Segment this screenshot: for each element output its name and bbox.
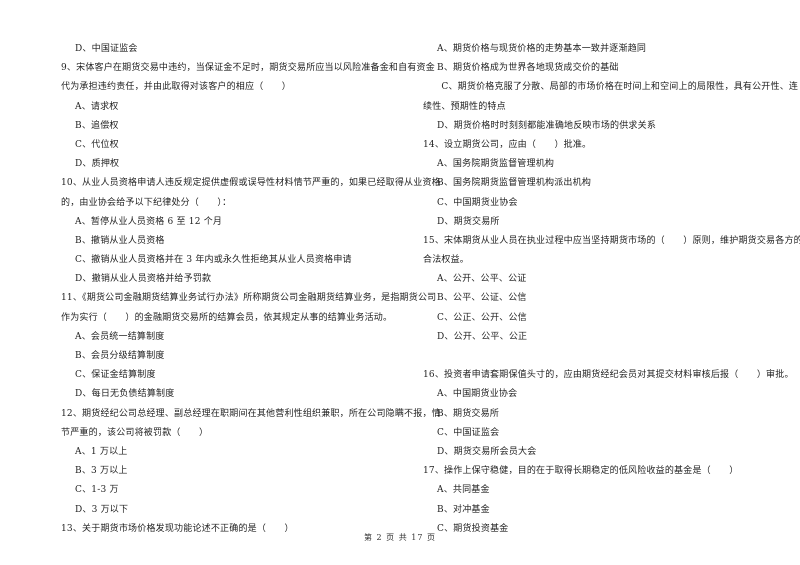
question-text-line: 17、操作上保守稳健，目的在于取得长期稳定的低风险收益的基金是（ ） (423, 466, 739, 477)
answer-option: D、公开、公平、公正 (437, 331, 528, 342)
answer-option: A、请求权 (75, 101, 119, 112)
answer-option: C、代位权 (75, 139, 119, 150)
answer-option: A、共同基金 (437, 485, 490, 496)
question-text-line: 16、投资者申请套期保值头寸的，应由期货经纪会员对其提交材料审核后报（ ）审批。 (423, 370, 794, 381)
answer-option: A、公开、公平、公证 (437, 274, 527, 285)
answer-option: A、期货价格与现货价格的走势基本一致并逐渐趋同 (437, 44, 647, 54)
answer-option: B、国务院期货监督管理机构派出机构 (437, 178, 592, 189)
question-text-line: 9、宋体客户在期货交易中违约，当保证金不足时，期货交易所应当以风险准备金和自有资… (61, 63, 435, 74)
answer-option: D、每日无负债结算制度 (75, 389, 175, 400)
answer-option: A、暂停从业人员资格 6 至 12 个月 (75, 216, 223, 227)
answer-option: B、撤销从业人员资格 (75, 235, 165, 246)
answer-option: B、追偿权 (75, 120, 119, 131)
answer-option: A、1 万以上 (75, 446, 128, 457)
answer-option: B、期货交易所 (437, 408, 500, 419)
question-text-line: 合法权益。 (423, 255, 470, 266)
answer-option: D、质押权 (75, 159, 120, 170)
answer-option: A、国务院期货监督管理机构 (437, 159, 555, 170)
answer-option: D、期货价格时时刻刻都能准确地反映市场的供求关系 (437, 120, 657, 131)
question-text-line: 14、设立期货公司，应由（ ）批准。 (423, 139, 592, 150)
page-footer: 第 2 页 共 17 页 (364, 533, 436, 542)
option-continued: C、期货价格克服了分散、局部的市场价格在时间上和空间上的局限性，具有公开性、连续… (423, 78, 799, 116)
answer-option: A、中国期货业协会 (437, 389, 518, 400)
question-text-line: 节严重的，该公司将被罚款（ ） (61, 427, 209, 438)
option-text-line: C、期货价格克服了分散、局部的市场价格在时间上和空间上的局限性，具有公开性、连 (423, 82, 799, 93)
answer-option: C、中国证监会 (437, 427, 500, 438)
question-text-line: 12、期货经纪公司总经理、副总经理在职期间在其他营利性组织兼职，所在公司隐瞒不报… (61, 408, 441, 419)
question-text-line: 15、宋体期货从业人员在执业过程中应当坚持期货市场的（ ）原则，维护期货交易各方… (423, 235, 800, 246)
answer-option: D、期货交易所 (437, 216, 500, 227)
answer-option: C、公正、公开、公信 (437, 312, 527, 323)
question-9: 9、宋体客户在期货交易中违约，当保证金不足时，期货交易所应当以风险准备金和自有资… (61, 59, 435, 97)
answer-option: A、会员统一结算制度 (75, 331, 165, 342)
answer-option: B、公平、公证、公信 (437, 293, 527, 304)
question-11: 11、《期货公司金融期货结算业务试行办法》所称期货公司金融期货结算业务，是指期货… (61, 289, 437, 327)
question-text-line: 10、从业人员资格申请人违反规定提供虚假或误导性材料情节严重的，如果已经取得从业… (61, 178, 441, 189)
question-text-line: 作为实行（ ）的金融期货交易所的结算会员，依其规定从事的结算业务活动。 (61, 312, 393, 323)
document-page: D、中国证监会 9、宋体客户在期货交易中违约，当保证金不足时，期货交易所应当以风险… (0, 0, 800, 565)
left-column: D、中国证监会 9、宋体客户在期货交易中违约，当保证金不足时，期货交易所应当以风险… (61, 40, 441, 539)
answer-option: B、3 万以上 (75, 466, 128, 477)
question-17: 17、操作上保守稳健，目的在于取得长期稳定的低风险收益的基金是（ ） (423, 462, 778, 481)
answer-option: D、期货交易所会员大会 (437, 446, 537, 457)
question-16: 16、投资者申请套期保值头寸的，应由期货经纪会员对其提交材料审核后报（ ）审批。 (423, 366, 794, 385)
question-10: 10、从业人员资格申请人违反规定提供虚假或误导性材料情节严重的，如果已经取得从业… (61, 174, 441, 212)
question-text-line: 代为承担违约责任，并由此取得对该客户的相应（ ） (61, 82, 292, 93)
right-column: A、期货价格与现货价格的走势基本一致并逐渐趋同 B、期货价格成为世界各地现货成交价… (423, 40, 800, 539)
answer-option: B、期货价格成为世界各地现货成交价的基础 (437, 63, 619, 74)
question-14: 14、设立期货公司，应由（ ）批准。 (423, 136, 778, 155)
answer-option: C、撤销从业人员资格并在 3 年内或永久性拒绝其从业人员资格申请 (75, 255, 352, 266)
answer-option: B、对冲基金 (437, 504, 490, 515)
answer-option: B、会员分级结算制度 (75, 351, 165, 361)
option-text-line: 续性、预期性的特点 (423, 101, 506, 112)
answer-option: C、保证金结算制度 (75, 370, 156, 381)
question-15: 15、宋体期货从业人员在执业过程中应当坚持期货市场的（ ）原则，维护期货交易各方… (423, 232, 800, 270)
question-12: 12、期货经纪公司总经理、副总经理在职期间在其他营利性组织兼职，所在公司隐瞒不报… (61, 405, 441, 443)
answer-option: D、3 万以下 (75, 504, 129, 515)
question-text-line: 11、《期货公司金融期货结算业务试行办法》所称期货公司金融期货结算业务，是指期货… (61, 293, 437, 304)
answer-option: C、1-3 万 (75, 485, 119, 496)
question-text-line: 的，由业协会给予以下纪律处分（ ）： (61, 197, 232, 208)
answer-option: D、撤销从业人员资格并给予罚款 (75, 274, 212, 285)
answer-option: D、中国证监会 (75, 44, 138, 54)
answer-option: C、中国期货业协会 (437, 197, 518, 208)
